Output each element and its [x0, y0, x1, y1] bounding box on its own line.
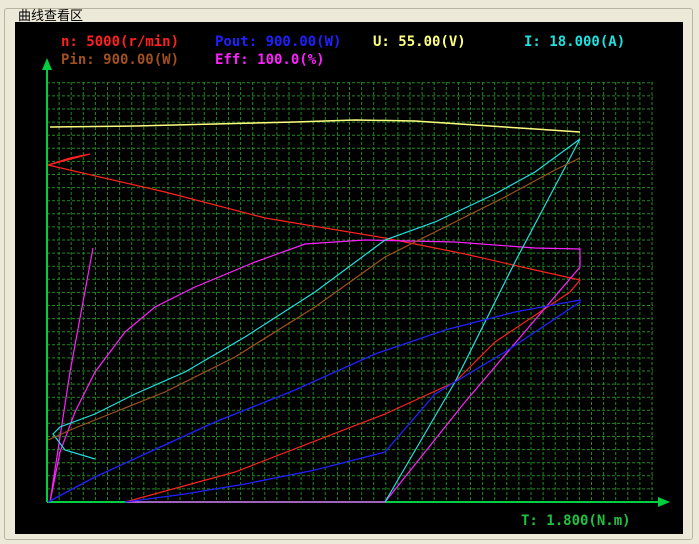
plot-grid — [47, 82, 653, 502]
x-axis-label: T: 1.800(N.m) — [521, 513, 631, 529]
y-axis-arrow — [42, 58, 52, 70]
legend-pout: Pout: 900.00(W) — [215, 34, 341, 50]
curve-plot-area: n: 5000(r/min) Pout: 900.00(W) U: 55.00(… — [15, 22, 683, 534]
legend-u-voltage: U: 55.00(V) — [373, 34, 466, 50]
legend-eff: Eff: 100.0(%) — [215, 52, 325, 68]
legend-pin: Pin: 900.00(W) — [61, 52, 179, 68]
curve-plot-svg: n: 5000(r/min) Pout: 900.00(W) U: 55.00(… — [42, 34, 670, 529]
x-axis-arrow — [658, 497, 670, 507]
legend-i-current: I: 18.000(A) — [524, 34, 625, 50]
legend-n-speed: n: 5000(r/min) — [61, 34, 179, 50]
